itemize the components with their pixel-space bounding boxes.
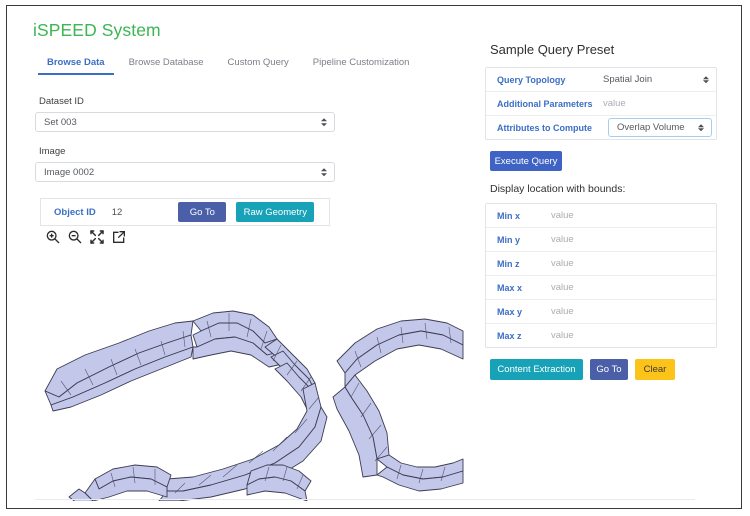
image-select[interactable]: Image 0002: [35, 162, 335, 182]
browse-data-panel: Dataset ID Set 003 Image Image 0002: [35, 90, 335, 182]
object-id-card: Object ID 12 Go To Raw Geometry: [40, 198, 330, 226]
tab-pipeline-customization-label: Pipeline Customization: [312, 57, 410, 68]
min-y-input[interactable]: value: [551, 234, 574, 245]
object-id-value[interactable]: 12: [112, 207, 123, 218]
clear-button[interactable]: Clear: [635, 359, 675, 380]
chevron-updown-icon[interactable]: [703, 75, 709, 84]
bounds-row-min-y[interactable]: Min y value: [486, 228, 716, 252]
object-goto-button[interactable]: Go To: [178, 202, 227, 222]
tab-browse-database[interactable]: Browse Database: [117, 54, 216, 75]
object-id-label: Object ID: [54, 206, 96, 218]
min-x-label: Min x: [497, 210, 521, 221]
additional-parameters-label: Additional Parameters: [497, 98, 593, 109]
image-label: Image: [39, 146, 66, 157]
geometry-viewer[interactable]: [15, 251, 465, 501]
dataset-id-value: Set 003: [44, 116, 77, 128]
min-x-input[interactable]: value: [551, 210, 574, 221]
content-divider: [35, 499, 695, 500]
raw-geometry-button[interactable]: Raw Geometry: [236, 202, 315, 222]
max-z-input[interactable]: value: [551, 330, 574, 341]
bounds-row-max-x[interactable]: Max x value: [486, 276, 716, 300]
min-z-label: Min z: [497, 258, 520, 269]
query-panel: Sample Query Preset Query Topology Spati…: [485, 42, 717, 380]
viewer-toolbar: [45, 229, 127, 245]
attributes-to-compute-row: Attributes to Compute Overlap Volume: [486, 116, 716, 139]
max-x-input[interactable]: value: [551, 282, 574, 293]
chevron-updown-icon: [321, 168, 327, 176]
chevron-updown-icon: [698, 123, 704, 132]
max-y-label: Max y: [497, 306, 523, 317]
popout-icon[interactable]: [111, 229, 127, 245]
query-topology-row[interactable]: Query Topology Spatial Join: [486, 68, 716, 92]
bounds-row-max-z[interactable]: Max z value: [486, 324, 716, 347]
bounds-actions: Content Extraction Go To Clear: [490, 359, 717, 380]
attributes-to-compute-value: Overlap Volume: [617, 122, 685, 133]
max-x-label: Max x: [497, 282, 523, 293]
bounds-goto-button[interactable]: Go To: [590, 359, 628, 380]
additional-parameters-input[interactable]: value: [603, 98, 626, 109]
zoom-out-icon[interactable]: [67, 229, 83, 245]
max-y-input[interactable]: value: [551, 306, 574, 317]
dataset-id-select[interactable]: Set 003: [35, 112, 335, 132]
query-topology-label: Query Topology: [497, 74, 566, 85]
bounds-table: Min x value Min y value Min z value Max …: [485, 203, 717, 348]
application-window: iSPEED System Browse Data Browse Databas…: [6, 5, 742, 509]
additional-parameters-row[interactable]: Additional Parameters value: [486, 92, 716, 116]
bounds-row-max-y[interactable]: Max y value: [486, 300, 716, 324]
tab-custom-query[interactable]: Custom Query: [216, 54, 301, 75]
execute-query-button[interactable]: Execute Query: [490, 151, 562, 171]
min-z-input[interactable]: value: [551, 258, 574, 269]
bounds-row-min-x[interactable]: Min x value: [486, 204, 716, 228]
query-preset-table: Query Topology Spatial Join Additional P…: [485, 67, 717, 140]
tab-browse-data[interactable]: Browse Data: [35, 54, 117, 75]
content-extraction-button[interactable]: Content Extraction: [490, 359, 583, 380]
tab-pipeline-customization[interactable]: Pipeline Customization: [301, 54, 422, 75]
max-z-label: Max z: [497, 330, 522, 341]
attributes-to-compute-select[interactable]: Overlap Volume: [608, 118, 712, 137]
tab-bar: Browse Data Browse Database Custom Query…: [35, 54, 421, 75]
page-title: iSPEED System: [33, 20, 161, 40]
bounds-title: Display location with bounds:: [490, 183, 626, 195]
query-topology-value: Spatial Join: [603, 74, 653, 85]
chevron-updown-icon: [321, 118, 327, 126]
image-value: Image 0002: [44, 166, 95, 178]
sample-query-preset-title: Sample Query Preset: [490, 42, 615, 57]
zoom-in-icon[interactable]: [45, 229, 61, 245]
tab-browse-data-label: Browse Data: [47, 57, 105, 68]
bounds-row-min-z[interactable]: Min z value: [486, 252, 716, 276]
vessel-mesh: [44, 310, 464, 501]
attributes-to-compute-label: Attributes to Compute: [497, 122, 592, 133]
dataset-id-label: Dataset ID: [39, 96, 84, 107]
tab-browse-database-label: Browse Database: [128, 57, 204, 68]
tab-custom-query-label: Custom Query: [227, 57, 289, 68]
min-y-label: Min y: [497, 234, 521, 245]
expand-icon[interactable]: [89, 229, 105, 245]
